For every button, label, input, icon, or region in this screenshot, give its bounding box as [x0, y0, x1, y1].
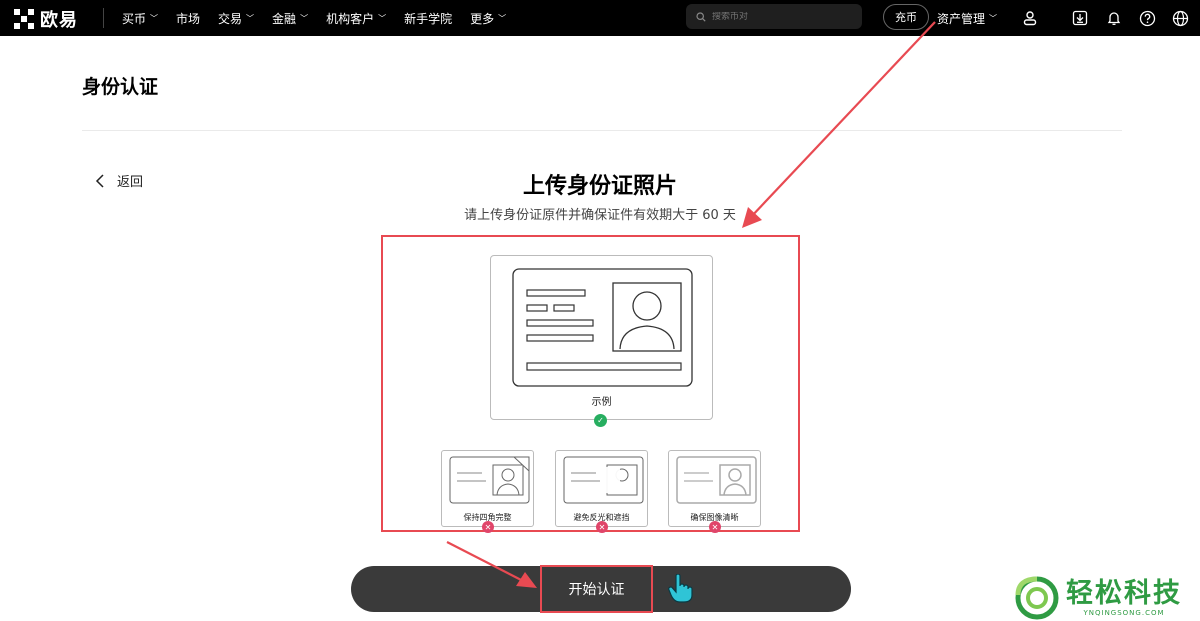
annotation-arrows [446, 21, 936, 588]
watermark-logo-icon [1015, 576, 1059, 620]
watermark-url: YNQINGSONG.COM [1083, 609, 1165, 617]
arrow-line [749, 21, 936, 219]
watermark-text: 轻松科技 [1066, 578, 1182, 609]
arrow-head [742, 207, 762, 228]
arrow-line [446, 541, 528, 584]
watermark: 轻松科技 YNQINGSONG.COM [1014, 575, 1182, 621]
